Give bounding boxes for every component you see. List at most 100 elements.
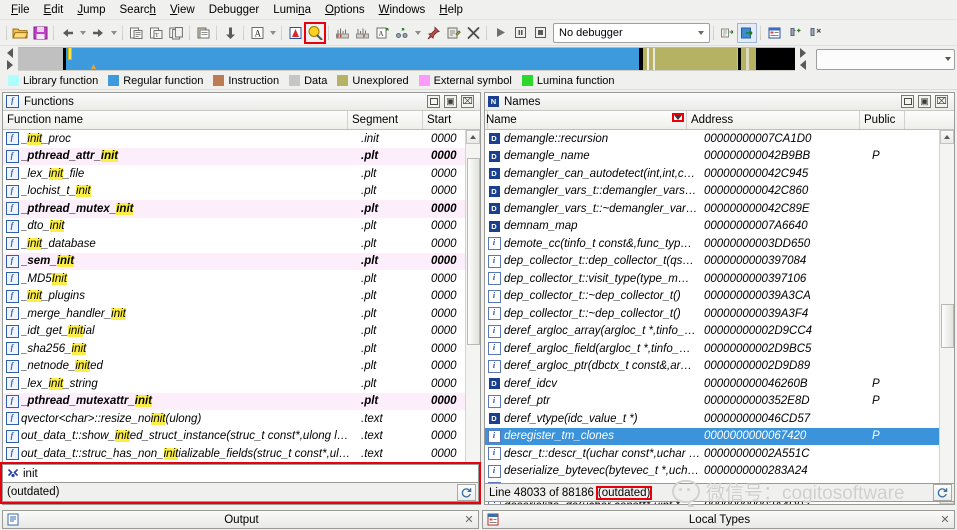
table-row[interactable]: i dep_collector_t::visit_type(type_m… 0000…	[485, 270, 939, 288]
table-row[interactable]: f _lex_init_file .plt 0000	[3, 165, 465, 183]
scroll-up-button[interactable]	[466, 130, 480, 144]
names-vertical-scrollbar[interactable]	[939, 130, 954, 504]
search-highlight-icon[interactable]	[304, 21, 326, 44]
table-row[interactable]: f _init_proc .init 0000	[3, 130, 465, 148]
edit-icon[interactable]	[443, 23, 463, 43]
text-view-icon[interactable]: A	[247, 23, 267, 43]
table-row[interactable]: f _idt_get_initial .plt 0000	[3, 323, 465, 341]
step-icon[interactable]	[717, 23, 737, 43]
debugger-select[interactable]: No debugger	[553, 22, 710, 43]
column-header-function-name[interactable]: Function name	[3, 111, 348, 129]
table-row[interactable]: Dderef_idcv 000000000046260B P	[485, 375, 939, 393]
forward-dropdown-icon[interactable]	[108, 23, 119, 43]
column-header-public[interactable]: Public	[860, 111, 905, 129]
table-row[interactable]: i descr_t::descr_t(uchar const*,uchar … 00…	[485, 445, 939, 463]
save-icon[interactable]	[30, 23, 50, 43]
analyze-icon[interactable]: A	[372, 23, 392, 43]
xref-dropdown-icon[interactable]	[412, 23, 423, 43]
menu-item-options[interactable]: Options	[318, 2, 372, 18]
down-arrow-icon[interactable]	[220, 23, 240, 43]
functions-minimize-button[interactable]	[427, 95, 440, 108]
scroll-up-button[interactable]	[940, 130, 954, 144]
functions-vertical-scrollbar[interactable]	[465, 130, 480, 489]
delete-icon[interactable]	[463, 23, 483, 43]
table-row[interactable]: f out_data_t::struc_has_non_initializable…	[3, 445, 465, 463]
nav-scroll-right[interactable]	[795, 47, 811, 71]
chevron-down-icon[interactable]	[672, 113, 684, 122]
refresh-run-icon[interactable]	[737, 22, 757, 43]
table-row[interactable]: i dep_collector_t::~dep_collector_t() 0000…	[485, 305, 939, 323]
table-row[interactable]: f _pthread_mutexattr_init .plt 0000	[3, 392, 465, 410]
text-view-dropdown-icon[interactable]	[267, 23, 278, 43]
table-row[interactable]: i deregister_tm_clones 0000000000067420 P	[485, 427, 939, 445]
menu-item-view[interactable]: View	[163, 2, 202, 18]
scroll-track[interactable]	[466, 144, 480, 475]
names-restore-button[interactable]	[918, 95, 931, 108]
scroll-thumb[interactable]	[467, 158, 480, 345]
table-row[interactable]: i deref_argloc_field(argloc_t *,tinfo_… 00…	[485, 340, 939, 358]
table-row[interactable]: i deref_ptr 0000000000352E8D P	[485, 393, 939, 411]
nav-scroll-left[interactable]	[2, 47, 18, 71]
forward-arrow-icon[interactable]	[88, 23, 108, 43]
table-row[interactable]: i dep_collector_t::dep_collector_t(qs… 000…	[485, 253, 939, 271]
table-row[interactable]: f _lex_init_string .plt 0000	[3, 375, 465, 393]
column-header-start[interactable]: Start	[423, 111, 488, 129]
menu-item-edit[interactable]: Edit	[37, 2, 71, 18]
copy-icon[interactable]	[126, 23, 146, 43]
run-icon[interactable]	[490, 23, 510, 43]
menu-item-search[interactable]: Search	[113, 2, 163, 18]
back-arrow-icon[interactable]	[57, 23, 77, 43]
output-window-tab[interactable]: Output ✕	[2, 510, 479, 529]
breakpoint-del-icon[interactable]	[804, 23, 824, 43]
table-row[interactable]: f _init_database .plt 0000	[3, 235, 465, 253]
local-types-window-tab[interactable]: Local Types ✕	[482, 510, 955, 529]
column-header-name[interactable]: Name	[485, 111, 687, 129]
functions-close-button[interactable]	[461, 95, 474, 108]
close-icon[interactable]: ✕	[936, 513, 954, 526]
menu-item-help[interactable]: Help	[432, 2, 470, 18]
table-row[interactable]: Ddemangle_name 000000000042B9BB P	[485, 148, 939, 166]
column-header-address[interactable]: Address	[687, 111, 860, 129]
table-row[interactable]: i deref_argloc_array(argloc_t *,tinfo_… 00…	[485, 323, 939, 341]
names-minimize-button[interactable]	[901, 95, 914, 108]
menu-item-jump[interactable]: Jump	[70, 2, 112, 18]
menu-item-file[interactable]: File	[4, 2, 37, 18]
names-list[interactable]: Ddemangle::recursion 00000000007CA1D0 Ddem…	[485, 130, 939, 504]
table-row[interactable]: f _MD5Init .plt 0000	[3, 270, 465, 288]
struct-icon[interactable]	[764, 23, 784, 43]
menu-item-lumina[interactable]: Lumina	[266, 2, 318, 18]
navigator-band[interactable]	[18, 47, 795, 71]
table-row[interactable]: i demote_cc(tinfo_t const&,func_typ… 00000…	[485, 235, 939, 253]
table-row[interactable]: f _merge_handler_init .plt 0000	[3, 305, 465, 323]
functions-restore-button[interactable]	[444, 95, 457, 108]
table-row[interactable]: Ddemnam_map 00000000007A6640	[485, 218, 939, 236]
table-row[interactable]: Ddemangler_vars_t::demangler_vars… 000000…	[485, 183, 939, 201]
table-row[interactable]: f _netnode_inited .plt 0000	[3, 358, 465, 376]
breakpoint-add-icon[interactable]	[784, 23, 804, 43]
table-row[interactable]: Ddemangler_vars_t::~demangler_var… 000000…	[485, 200, 939, 218]
xref-icon[interactable]	[392, 23, 412, 43]
copy-all-icon[interactable]	[166, 23, 186, 43]
table-row[interactable]: f _dto_init .plt 0000	[3, 218, 465, 236]
scroll-track[interactable]	[940, 144, 954, 490]
refresh-icon[interactable]	[933, 484, 952, 501]
table-row[interactable]: f _lochist_t_init .plt 0000	[3, 183, 465, 201]
pin-icon[interactable]	[423, 23, 443, 43]
menu-item-windows[interactable]: Windows	[372, 2, 433, 18]
table-row[interactable]: Dderef_vtype(idc_value_t *) 000000000046C…	[485, 410, 939, 428]
table-row[interactable]: i dep_collector_t::~dep_collector_t() 0000…	[485, 288, 939, 306]
copy-to-icon[interactable]: T	[146, 23, 166, 43]
table-row[interactable]: Ddemangler_can_autodetect(int,int,c… 0000…	[485, 165, 939, 183]
chart-icon[interactable]	[332, 23, 352, 43]
scroll-thumb[interactable]	[941, 304, 954, 348]
names-close-button[interactable]	[935, 95, 948, 108]
table-row[interactable]: f out_data_t::show_inited_struct_instance…	[3, 428, 465, 446]
stop-icon[interactable]	[530, 23, 550, 43]
open-folder-icon[interactable]	[10, 23, 30, 43]
chart-alt-icon[interactable]	[352, 23, 372, 43]
table-row[interactable]: f _pthread_mutex_init .plt 0000	[3, 200, 465, 218]
functions-filter-bar[interactable]	[2, 464, 479, 483]
table-row[interactable]: f _sem_init .plt 0000	[3, 252, 465, 270]
column-header-segment[interactable]: Segment	[348, 111, 423, 129]
refresh-icon[interactable]	[457, 483, 476, 501]
